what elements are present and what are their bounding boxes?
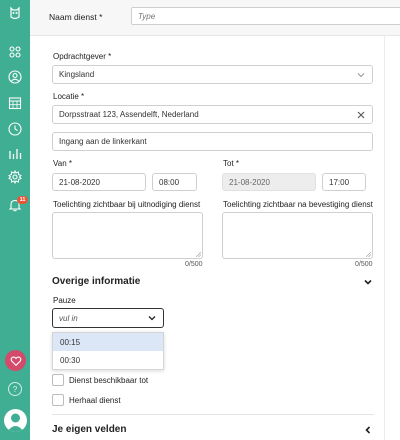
divider xyxy=(52,414,374,415)
heart-icon xyxy=(10,356,21,366)
tot-label: Tot * xyxy=(223,159,240,168)
van-time-input[interactable]: 08:00 xyxy=(152,173,197,191)
tot-date-value: 21-08-2020 xyxy=(229,177,270,187)
chevron-down-icon xyxy=(357,72,365,77)
toelichting-uitnodiging-counter: 0/500 xyxy=(185,261,203,268)
overige-informatie-title: Overige informatie xyxy=(52,276,141,287)
opdrachtgever-value: Kingsland xyxy=(59,70,95,79)
owl-logo-icon[interactable] xyxy=(8,6,22,20)
chevron-down-icon xyxy=(148,316,156,321)
scrollbar-track[interactable] xyxy=(384,36,400,440)
help-icon[interactable]: ? xyxy=(8,382,22,396)
calendar-icon[interactable] xyxy=(8,96,22,110)
pauze-label: Pauze xyxy=(53,296,76,305)
chevron-down-icon[interactable] xyxy=(363,277,373,287)
resize-grip-icon[interactable] xyxy=(366,252,371,257)
user-icon[interactable] xyxy=(8,70,22,84)
pauze-select[interactable]: vul in xyxy=(52,308,164,328)
toelichting-bevestiging-label: Toelichting zichtbaar na bevestiging die… xyxy=(223,200,373,209)
notification-badge: 11 xyxy=(17,196,28,204)
tot-time-value: 17:00 xyxy=(329,177,350,187)
toelichting-uitnodiging-textarea[interactable] xyxy=(52,212,203,259)
naam-dienst-input[interactable] xyxy=(131,7,400,25)
locatie-value: Dorpsstraat 123, Assendelft, Nederland xyxy=(59,110,199,119)
resize-grip-icon[interactable] xyxy=(196,252,201,257)
eigen-velden-title: Je eigen velden xyxy=(52,424,127,435)
avatar[interactable] xyxy=(4,409,27,432)
van-date-input[interactable]: 21-08-2020 xyxy=(52,173,146,191)
toelichting-bevestiging-counter: 0/500 xyxy=(355,261,373,268)
beschikbaar-label: Dienst beschikbaar tot xyxy=(69,376,149,385)
pauze-option[interactable]: 00:30 xyxy=(53,351,163,369)
pauze-option[interactable]: 00:15 xyxy=(53,333,163,351)
tot-time-input[interactable]: 17:00 xyxy=(322,173,366,191)
clear-icon[interactable] xyxy=(356,110,366,120)
naam-dienst-label: Naam dienst * xyxy=(49,12,103,22)
gear-icon[interactable] xyxy=(8,170,22,184)
opdrachtgever-select[interactable]: Kingsland xyxy=(52,65,373,84)
bar-chart-icon[interactable] xyxy=(8,147,22,161)
van-label: Van * xyxy=(53,159,72,168)
sidebar: 11 ? xyxy=(0,0,30,440)
toelichting-bevestiging-textarea[interactable] xyxy=(222,212,373,259)
dashboard-icon[interactable] xyxy=(8,45,22,59)
favorites-button[interactable] xyxy=(5,350,26,371)
toelichting-uitnodiging-label: Toelichting zichtbaar bij uitnodiging di… xyxy=(53,200,201,209)
opdrachtgever-label: Opdrachtgever * xyxy=(53,52,112,61)
herhaal-label: Herhaal dienst xyxy=(69,396,121,405)
pauze-placeholder: vul in xyxy=(59,313,78,323)
chevron-left-icon[interactable] xyxy=(363,425,373,435)
tot-date-input: 21-08-2020 xyxy=(222,173,316,191)
van-time-value: 08:00 xyxy=(159,177,180,187)
locatie-extra-value: Ingang aan de linkerkant xyxy=(59,137,147,146)
locatie-label: Locatie * xyxy=(53,92,85,101)
locatie-input[interactable]: Dorpsstraat 123, Assendelft, Nederland xyxy=(52,105,373,124)
van-date-value: 21-08-2020 xyxy=(59,177,100,187)
pauze-dropdown: 00:15 00:30 xyxy=(52,332,164,370)
herhaal-checkbox[interactable] xyxy=(52,394,64,406)
beschikbaar-checkbox[interactable] xyxy=(52,374,64,386)
clock-icon[interactable] xyxy=(8,122,22,136)
topbar: Naam dienst * xyxy=(30,0,400,36)
locatie-extra-input[interactable]: Ingang aan de linkerkant xyxy=(52,132,373,151)
